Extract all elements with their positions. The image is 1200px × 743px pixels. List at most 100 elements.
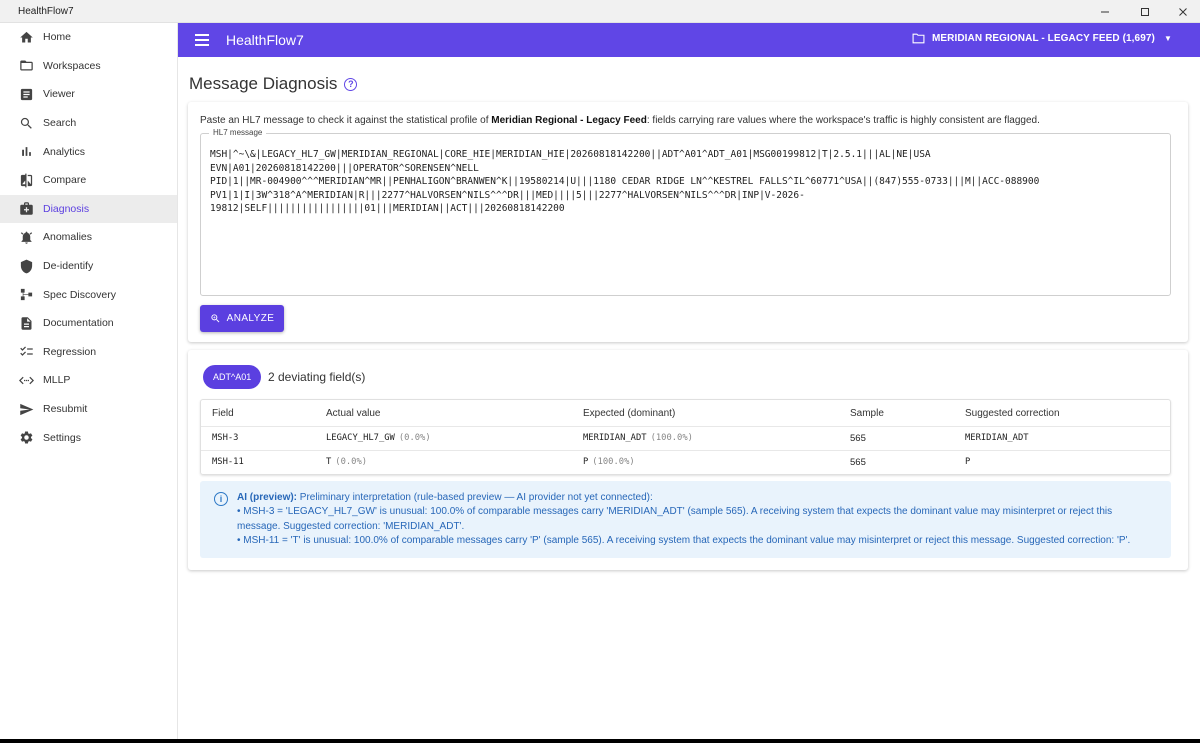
sidebar-item-search[interactable]: Search [0, 109, 177, 138]
hl7-message-textarea[interactable]: HL7 message MSH|^~\&|LEGACY_HL7_GW|MERID… [200, 128, 1171, 296]
field-cell: MSH-11 [212, 457, 244, 468]
sidebar-item-label: MLLP [43, 374, 71, 387]
sidebar-item-label: Analytics [43, 145, 86, 158]
sidebar-item-label: Diagnosis [43, 202, 90, 215]
sidebar-item-viewer[interactable]: Viewer [0, 80, 177, 109]
sample-cell: 565 [850, 432, 866, 444]
table-row: MSH-11 T (0.0%) P (100.0%) 565 P [201, 451, 1170, 475]
expected-value: P [583, 457, 589, 468]
column-header-suggestion: Suggested correction [965, 407, 1060, 419]
sidebar-item-label: Viewer [43, 88, 75, 101]
ai-finding-msh3: • MSH-3 = 'LEGACY_HL7_GW' is unusual: 10… [237, 506, 1113, 532]
main-content: Message Diagnosis ? Paste an HL7 message… [178, 57, 1200, 739]
window-bottom-edge [0, 739, 1200, 743]
workspace-label: MERIDIAN REGIONAL - LEGACY FEED (1,697) [931, 33, 1155, 44]
analyze-button[interactable]: ANALYZE [200, 305, 284, 332]
hl7-message-value: MSH|^~\&|LEGACY_HL7_GW|MERIDIAN_REGIONAL… [210, 149, 1040, 215]
medical-bag-icon [17, 200, 35, 218]
sidebar-item-label: Settings [43, 431, 81, 444]
actual-cell: LEGACY_HL7_GW (0.0%) [326, 427, 431, 450]
field-cell: MSH-3 [212, 433, 239, 444]
close-icon [1179, 7, 1187, 16]
sidebar-item-anomalies[interactable]: Anomalies [0, 223, 177, 252]
sidebar-item-label: Anomalies [43, 231, 93, 244]
input-card: Paste an HL7 message to check it against… [188, 102, 1188, 342]
expected-cell: P (100.0%) [583, 451, 635, 475]
actual-value: LEGACY_HL7_GW [326, 433, 395, 444]
shield-icon [17, 257, 35, 275]
connection-icon [17, 371, 35, 389]
column-header-field: Field [212, 407, 234, 419]
workspace-name: Meridian Regional - Legacy Feed [491, 115, 647, 126]
ai-preview-text: AI (preview): Preliminary interpretation… [237, 491, 1157, 548]
minimize-button[interactable] [1086, 0, 1124, 23]
window-title: HealthFlow7 [18, 6, 74, 17]
sidebar-item-label: Documentation [43, 317, 114, 330]
deviation-summary: 2 deviating field(s) [268, 370, 366, 384]
bar-chart-icon [17, 143, 35, 161]
app-bar: HealthFlow7 MERIDIAN REGIONAL - LEGACY F… [178, 23, 1200, 57]
document-icon [17, 85, 35, 103]
workspace-selector[interactable]: MERIDIAN REGIONAL - LEGACY FEED (1,697) … [912, 33, 1172, 44]
send-icon [17, 400, 35, 418]
expected-percent: (100.0%) [592, 457, 635, 468]
search-icon [17, 114, 35, 132]
sidebar-item-label: Spec Discovery [43, 288, 116, 301]
sidebar-item-mllp[interactable]: MLLP [0, 366, 177, 395]
expected-value: MERIDIAN_ADT [583, 433, 647, 444]
hl7-field-label: HL7 message [209, 128, 267, 137]
sidebar-item-compare[interactable]: Compare [0, 166, 177, 195]
sidebar-item-spec-discovery[interactable]: Spec Discovery [0, 280, 177, 309]
sidebar-item-deidentify[interactable]: De-identify [0, 252, 177, 281]
checklist-icon [17, 343, 35, 361]
intro-text-start: Paste an HL7 message to check it against… [200, 115, 492, 126]
sidebar-item-label: Resubmit [43, 403, 88, 416]
sidebar-item-settings[interactable]: Settings [0, 423, 177, 452]
help-icon[interactable]: ? [344, 77, 358, 91]
deviations-table: Field Actual value Expected (dominant) S… [200, 399, 1171, 475]
table-row: MSH-3 LEGACY_HL7_GW (0.0%) MERIDIAN_ADT (1… [201, 427, 1170, 451]
gear-icon [17, 429, 35, 447]
intro-text: Paste an HL7 message to check it against… [200, 115, 1040, 126]
column-header-sample: Sample [850, 407, 884, 419]
maximize-icon [1141, 7, 1149, 16]
page-title-row: Message Diagnosis ? [189, 74, 358, 94]
message-type-chip: ADT^A01 [203, 365, 262, 389]
folder-icon [912, 33, 925, 44]
alarm-icon [17, 228, 35, 246]
sample-cell: 565 [850, 456, 866, 468]
minimize-icon [1101, 11, 1109, 12]
maximize-button[interactable] [1126, 0, 1164, 23]
sidebar-item-resubmit[interactable]: Resubmit [0, 395, 177, 424]
sidebar-item-label: Compare [43, 174, 87, 187]
sidebar-item-documentation[interactable]: Documentation [0, 309, 177, 338]
actual-percent: (0.0%) [398, 433, 431, 444]
results-card: ADT^A01 2 deviating field(s) Field Actua… [188, 350, 1188, 570]
sidebar-item-regression[interactable]: Regression [0, 338, 177, 367]
window-titlebar: HealthFlow7 [0, 0, 1200, 23]
compare-icon [17, 171, 35, 189]
file-icon [17, 314, 35, 332]
intro-text-end: : fields carrying rare values where the … [646, 115, 1040, 126]
page-title: Message Diagnosis [189, 74, 338, 93]
close-button[interactable] [1164, 0, 1200, 23]
sidebar-item-label: De-identify [43, 260, 94, 273]
tree-icon [17, 286, 35, 304]
ai-intro: Preliminary interpretation (rule-based p… [297, 492, 653, 503]
analyze-search-icon [211, 314, 220, 323]
actual-percent: (0.0%) [335, 457, 368, 468]
sidebar-item-analytics[interactable]: Analytics [0, 137, 177, 166]
suggestion-cell: P [965, 457, 971, 468]
actual-value: T [326, 457, 332, 468]
hamburger-menu-icon[interactable] [195, 34, 209, 46]
sidebar-item-label: Regression [43, 345, 97, 358]
app-title: HealthFlow7 [226, 32, 304, 48]
home-icon [17, 28, 35, 46]
sidebar-item-workspaces[interactable]: Workspaces [0, 52, 177, 81]
sidebar-item-home[interactable]: Home [0, 23, 177, 52]
folder-icon [17, 57, 35, 75]
sidebar: Home Workspaces Viewer Search Analytics … [0, 23, 178, 739]
sidebar-item-label: Workspaces [43, 59, 101, 72]
analyze-button-label: ANALYZE [226, 313, 275, 324]
sidebar-item-diagnosis[interactable]: Diagnosis [0, 194, 177, 224]
